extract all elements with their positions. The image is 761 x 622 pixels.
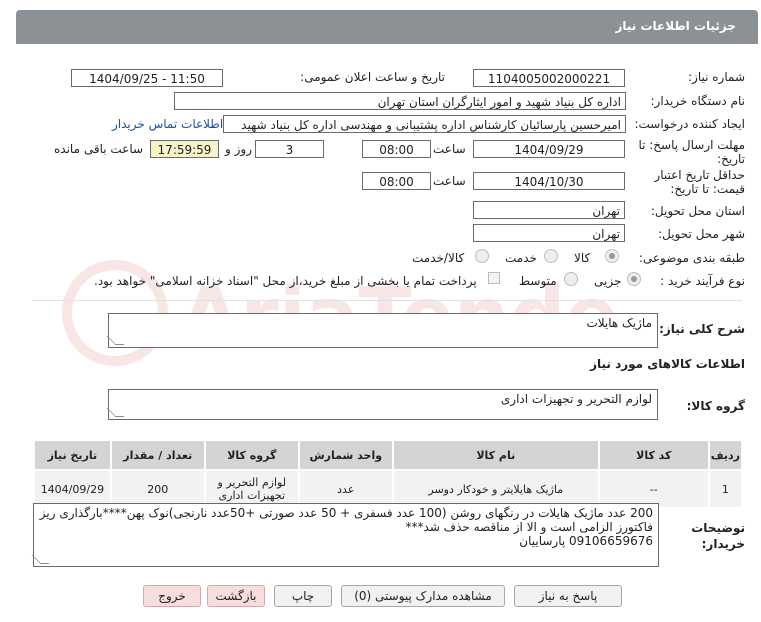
validity-date-field[interactable]: 1404/10/30 — [473, 172, 625, 190]
validity-time-field[interactable]: 08:00 — [362, 172, 431, 190]
requester-field[interactable]: امیرحسین پارسائیان کارشناس اداره پشتیبان… — [223, 115, 626, 133]
buyer-notes-line: 200 عدد ماژیک هایلات در رنگهای روشن (100… — [39, 506, 653, 520]
province-label: استان محل تحویل: — [650, 204, 745, 218]
summary-label: شرح کلی نیاز: — [659, 322, 745, 336]
process-option-medium: متوسط — [519, 274, 557, 288]
resize-handle-icon[interactable] — [31, 555, 50, 564]
goods-table: ردیف کد کالا نام کالا واحد شمارش گروه کا… — [33, 439, 744, 509]
table-header-cell: ردیف — [707, 439, 744, 471]
table-header-cell: تعداد / مقدار — [109, 439, 206, 471]
announce-date-label: تاریخ و ساعت اعلان عمومی: — [300, 70, 445, 84]
category-radio-goods-service[interactable] — [475, 249, 489, 263]
print-button[interactable]: چاپ — [274, 585, 332, 607]
price-validity-label: حداقل تاریخ اعتبار قیمت: تا تاریخ: — [654, 168, 745, 196]
days-label: روز و — [225, 142, 252, 156]
buyer-notes-line: 09106659676 پارساییان — [519, 534, 653, 548]
goods-group-label: گروه کالا: — [686, 399, 745, 413]
resize-handle-icon[interactable] — [106, 336, 125, 345]
table-header-cell: تاریخ نیاز — [33, 439, 112, 471]
section-divider — [32, 300, 742, 301]
page-title-bar: جزئیات اطلاعات نیاز — [16, 10, 758, 44]
treasury-checkbox[interactable] — [488, 272, 500, 284]
process-radio-medium[interactable] — [564, 272, 578, 286]
table-header-cell: گروه کالا — [203, 439, 300, 471]
reply-deadline-label: مهلت ارسال پاسخ: تا تاریخ: — [638, 138, 745, 166]
city-field[interactable]: تهران — [473, 224, 625, 242]
category-option-service: خدمت — [505, 251, 537, 265]
resize-handle-icon[interactable] — [106, 408, 125, 417]
category-radio-service[interactable] — [544, 249, 558, 263]
view-attachments-button[interactable]: مشاهده مدارک پیوستی (0) — [341, 585, 505, 607]
buyer-org-field[interactable]: اداره کل بنیاد شهید و امور ایثارگران است… — [174, 92, 626, 110]
reply-date-field[interactable]: 1404/09/29 — [473, 140, 625, 158]
page-title: جزئیات اطلاعات نیاز — [615, 19, 736, 33]
process-type-label: نوع فرآیند خرید : — [660, 274, 745, 288]
back-button[interactable]: بازگشت — [207, 585, 265, 607]
buyer-org-label: نام دستگاه خریدار: — [650, 94, 746, 108]
category-option-goods: کالا — [574, 251, 591, 265]
announce-date-field[interactable]: 1404/09/25 - 11:50 — [71, 69, 223, 87]
reply-time-field[interactable]: 08:00 — [362, 140, 431, 158]
treasury-note: پرداخت تمام یا بخشی از مبلغ خرید،از محل … — [94, 274, 477, 288]
remaining-time-label: ساعت باقی مانده — [54, 142, 144, 156]
table-cell: 1 — [707, 469, 744, 509]
remaining-time-field[interactable]: 17:59:59 — [150, 140, 219, 158]
province-field[interactable]: تهران — [473, 201, 625, 219]
reply-button[interactable]: پاسخ به نیاز — [514, 585, 622, 607]
process-radio-minor[interactable] — [627, 272, 641, 286]
table-header-cell: کد کالا — [597, 439, 710, 471]
reply-time-label: ساعت — [433, 142, 466, 156]
buyer-contact-link[interactable]: اطلاعات تماس خریدار — [112, 117, 223, 131]
city-label: شهر محل تحویل: — [658, 227, 745, 241]
exit-button[interactable]: خروج — [143, 585, 201, 607]
goods-group-text: لوازم التحریر و تجهیزات اداری — [500, 392, 652, 406]
category-label: طبقه بندی موضوعی: — [638, 251, 745, 265]
need-number-label: شماره نیاز: — [688, 70, 745, 84]
buyer-notes-textarea[interactable]: 200 عدد ماژیک هایلات در رنگهای روشن (100… — [31, 503, 659, 567]
validity-time-label: ساعت — [433, 174, 466, 188]
summary-text: ماژیک هایلات — [586, 316, 652, 330]
category-option-goods-service: کالا/خدمت — [412, 251, 465, 265]
table-header-cell: واحد شمارش — [297, 439, 394, 471]
buyer-notes-label: توضیحات خریدار: — [691, 521, 745, 551]
category-radio-goods[interactable] — [605, 249, 619, 263]
table-header-cell: نام کالا — [391, 439, 600, 471]
requester-label: ایجاد کننده درخواست: — [634, 117, 745, 131]
days-remaining-field[interactable]: 3 — [255, 140, 324, 158]
goods-group-textarea[interactable]: لوازم التحریر و تجهیزات اداری — [106, 389, 658, 420]
need-number-field[interactable]: 1104005002000221 — [473, 69, 625, 87]
summary-textarea[interactable]: ماژیک هایلات — [106, 313, 658, 348]
table-header-row: ردیف کد کالا نام کالا واحد شمارش گروه کا… — [33, 439, 744, 471]
buyer-notes-line: فاکتورز الزامی است و الا از مناقصه حذف ش… — [405, 520, 653, 534]
process-option-minor: جزیی — [594, 274, 622, 288]
goods-section-title: اطلاعات کالاهای مورد نیاز — [590, 357, 745, 371]
